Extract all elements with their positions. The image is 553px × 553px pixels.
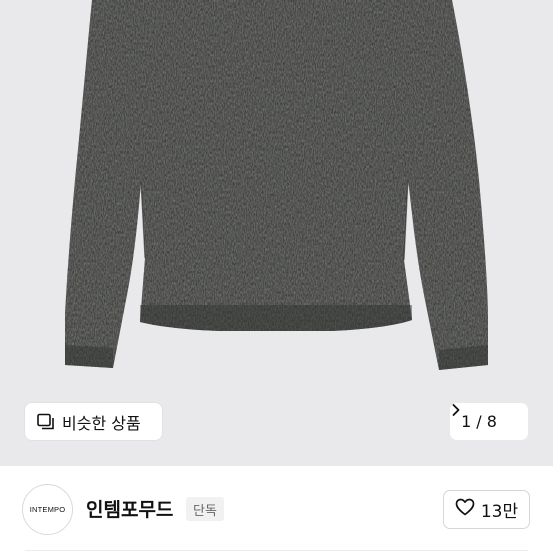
total-pages: 8 [486, 412, 497, 431]
similar-products-button[interactable]: 비슷한 상품 [25, 403, 162, 440]
similar-products-label: 비슷한 상품 [62, 413, 141, 433]
heart-outline-icon [455, 498, 475, 521]
sweater-photo [65, 0, 488, 370]
like-button[interactable]: 13만 [443, 490, 530, 529]
image-pager[interactable]: 1 / 8 [450, 403, 528, 440]
like-count: 13만 [480, 502, 519, 522]
shop-name[interactable]: 인템포무드 [86, 495, 173, 522]
shop-info: INTEMPO 인템포무드 단독 13만 [0, 466, 553, 553]
shop-logo-text: INTEMPO [29, 505, 66, 514]
chevron-right-icon[interactable] [452, 404, 517, 429]
similar-products-icon [36, 412, 55, 431]
page-separator: / [476, 412, 482, 431]
product-image[interactable]: 비슷한 상품 1 / 8 [0, 0, 553, 466]
shop-logo[interactable]: INTEMPO [22, 484, 73, 535]
current-page: 1 [461, 412, 472, 431]
section-divider [25, 550, 528, 551]
exclusive-badge: 단독 [186, 497, 224, 521]
